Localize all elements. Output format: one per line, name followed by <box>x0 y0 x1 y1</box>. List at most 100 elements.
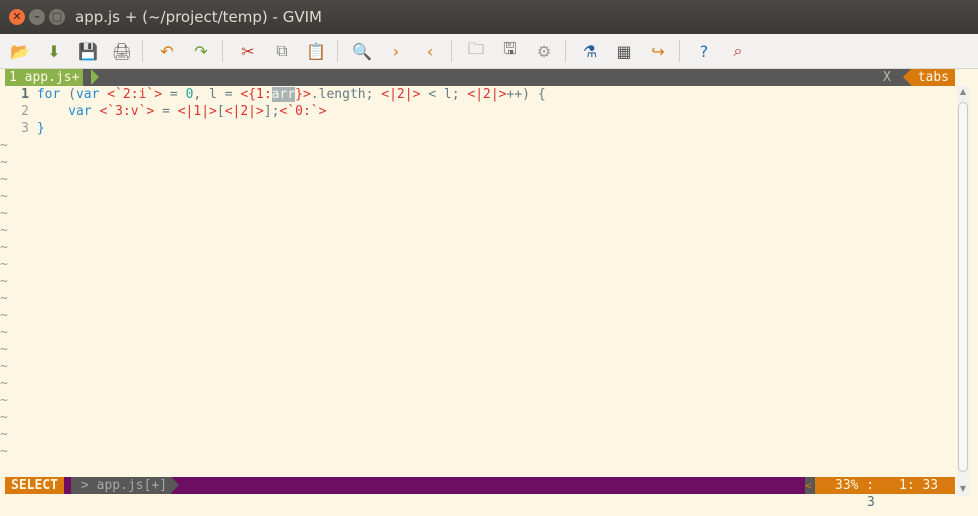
save-download-icon[interactable]: ⬇ <box>42 39 66 63</box>
toolbar-separator <box>565 40 566 62</box>
make-icon[interactable]: ⚗ <box>578 39 602 63</box>
code-token: <`0:`> <box>279 104 327 119</box>
code-token: .length; <box>310 87 382 102</box>
empty-line-tilde: ~ <box>0 444 8 459</box>
empty-line-tilde: ~ <box>0 138 8 153</box>
close-tab-button[interactable]: X <box>883 69 891 86</box>
ctags-icon[interactable]: ▦ <box>612 39 636 63</box>
find-next-icon[interactable]: › <box>384 39 408 63</box>
empty-line-tilde: ~ <box>0 274 8 289</box>
save-icon[interactable]: 💾 <box>76 39 100 63</box>
code-token: <{1: <box>240 87 272 102</box>
empty-line-tilde: ~ <box>0 342 8 357</box>
command-line[interactable]: 3 <box>5 494 955 511</box>
save-session-icon[interactable]: 🖫 <box>498 39 522 63</box>
close-window-button[interactable]: ✕ <box>9 9 25 25</box>
toolbar-separator <box>337 40 338 62</box>
tabline: 1 app.js+ X tabs <box>5 69 955 86</box>
maximize-window-button[interactable]: □ <box>49 9 65 25</box>
redo-icon[interactable]: ↷ <box>189 39 213 63</box>
code-token: }> <box>295 87 311 102</box>
code-line[interactable]: 2 var <`3:v`> = <|1|>[<|2|>];<`0:`> <box>5 103 546 120</box>
copy-icon[interactable]: ⧉ <box>270 39 294 63</box>
undo-icon[interactable]: ↶ <box>155 39 179 63</box>
code-token: <|2|> <box>467 87 507 102</box>
code-token: < l; <box>420 87 468 102</box>
empty-line-tilde: ~ <box>0 291 8 306</box>
window-title: app.js + (~/project/temp) - GVIM <box>75 8 322 26</box>
code-token: <|2|> <box>224 104 264 119</box>
empty-line-tilde: ~ <box>0 427 8 442</box>
toolbar-separator <box>679 40 680 62</box>
selection-count: 3 <box>867 495 875 510</box>
code-token: [ <box>216 104 225 119</box>
mode-indicator: SELECT <box>5 477 64 494</box>
line-number: 1 <box>21 87 29 102</box>
cut-icon[interactable]: ✂ <box>236 39 260 63</box>
empty-line-tilde: ~ <box>0 393 8 408</box>
code-token: ++) { <box>506 87 546 102</box>
code-line[interactable]: 3 } <box>5 120 546 137</box>
empty-line-tilde: ~ <box>0 155 8 170</box>
empty-line-tilde: ~ <box>0 325 8 340</box>
code-token: <`3:v`> <box>99 104 155 119</box>
toolbar-separator <box>222 40 223 62</box>
code-token: for <box>36 87 61 102</box>
tabs-label-arrow <box>903 69 911 85</box>
code-token: } <box>36 121 45 136</box>
code-token: ]; <box>263 104 280 119</box>
find-previous-icon[interactable]: ‹ <box>418 39 442 63</box>
empty-line-tilde: ~ <box>0 240 8 255</box>
scrollbar-thumb[interactable] <box>958 102 968 472</box>
print-icon[interactable]: 🖨 <box>110 39 134 63</box>
empty-line-tilde: ~ <box>0 257 8 272</box>
toolbar-separator <box>142 40 143 62</box>
code-token: <|1|> <box>177 104 217 119</box>
empty-line-tilde: ~ <box>0 172 8 187</box>
selected-text: arr <box>271 87 296 102</box>
run-script-icon[interactable]: ⚙ <box>532 39 556 63</box>
empty-line-tilde: ~ <box>0 308 8 323</box>
code-token: var <box>68 104 92 119</box>
tabs-label: tabs <box>911 69 955 86</box>
title-bar: ✕ – □ app.js + (~/project/temp) - GVIM <box>0 0 978 34</box>
code-buffer[interactable]: 1 for (var <`2:i`> = 0, l = <{1:arr}>.le… <box>0 86 546 460</box>
empty-line-tilde: ~ <box>0 223 8 238</box>
line-number: 2 <box>21 104 29 119</box>
line-number: 3 <box>21 121 29 136</box>
statusline-file-arrow <box>171 477 179 493</box>
code-token: = <box>162 87 186 102</box>
code-token: = <box>154 104 178 119</box>
code-line[interactable]: 1 for (var <`2:i`> = 0, l = <{1:arr}>.le… <box>5 86 546 103</box>
load-session-icon[interactable]: 🗀 <box>464 39 488 63</box>
tab-app-js[interactable]: 1 app.js+ <box>5 69 84 86</box>
jump-tag-icon[interactable]: ↪ <box>646 39 670 63</box>
scroll-up-icon[interactable]: ▲ <box>957 86 969 98</box>
scroll-down-icon[interactable]: ▼ <box>957 483 969 495</box>
statusline-filename: > app.js[+] <box>71 477 171 494</box>
code-token: , l = <box>193 87 241 102</box>
cursor-position: 1: 33 <box>899 478 939 493</box>
tab-separator-arrow <box>91 69 99 85</box>
scroll-percent: 33% : <box>835 478 875 493</box>
empty-line-tilde: ~ <box>0 410 8 425</box>
empty-line-tilde: ~ <box>0 189 8 204</box>
paste-icon[interactable]: 📋 <box>304 39 328 63</box>
statusline-right-arrow: < <box>805 477 815 494</box>
find-help-icon[interactable]: ⌕ <box>726 39 750 63</box>
code-token: var <box>75 87 100 102</box>
empty-line-tilde: ~ <box>0 376 8 391</box>
statusline: SELECT > app.js[+] < 33% : 1: 33 <box>5 477 955 494</box>
help-icon[interactable]: ? <box>692 39 716 63</box>
code-token: <|2|> <box>381 87 421 102</box>
find-replace-icon[interactable]: 🔍 <box>350 39 374 63</box>
vertical-scrollbar[interactable]: ▲ ▼ <box>957 86 969 496</box>
empty-line-tilde: ~ <box>0 206 8 221</box>
statusline-position: 33% : 1: 33 <box>815 477 955 494</box>
toolbar: 📂 ⬇ 💾 🖨 ↶ ↷ ✂ ⧉ 📋 🔍 › ‹ 🗀 🖫 ⚙ ⚗ ▦ ↪? ⌕ <box>0 34 978 69</box>
editor-area[interactable]: 1 app.js+ X tabs 1 for (var <`2:i`> = 0,… <box>0 69 978 516</box>
open-file-icon[interactable]: 📂 <box>8 39 32 63</box>
minimize-window-button[interactable]: – <box>29 9 45 25</box>
code-token: ( <box>60 87 76 102</box>
toolbar-separator <box>451 40 452 62</box>
